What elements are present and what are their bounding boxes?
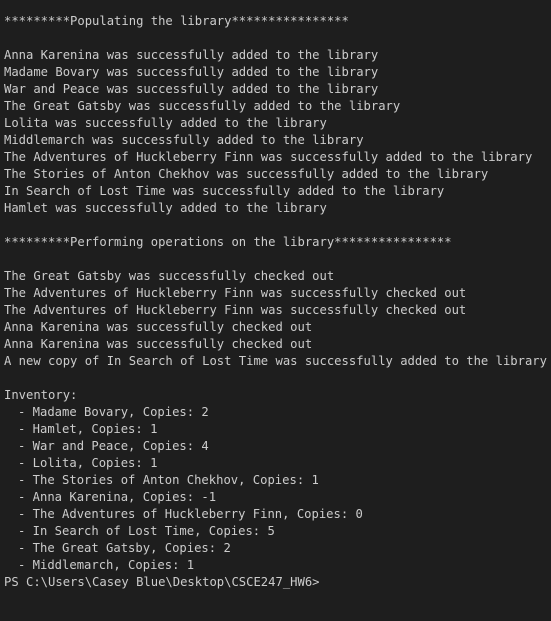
output-line: Anna Karenina was successfully added to … bbox=[4, 48, 379, 62]
output-line: The Great Gatsby was successfully added … bbox=[4, 99, 401, 113]
inventory-item: - In Search of Lost Time, Copies: 5 bbox=[18, 524, 275, 538]
operations-header: *********Performing operations on the li… bbox=[4, 235, 452, 249]
output-line: The Adventures of Huckleberry Finn was s… bbox=[4, 150, 533, 164]
inventory-item: - The Stories of Anton Chekhov, Copies: … bbox=[18, 473, 319, 487]
inventory-item: - Madame Bovary, Copies: 2 bbox=[18, 405, 209, 419]
inventory-item: - The Adventures of Huckleberry Finn, Co… bbox=[18, 507, 363, 521]
output-line: Lolita was successfully added to the lib… bbox=[4, 116, 327, 130]
output-line: The Adventures of Huckleberry Finn was s… bbox=[4, 303, 467, 317]
inventory-item: - Middlemarch, Copies: 1 bbox=[18, 558, 195, 572]
terminal-output[interactable]: *********Populating the library*********… bbox=[0, 0, 551, 621]
populate-header: *********Populating the library*********… bbox=[4, 14, 349, 28]
inventory-item: - Anna Karenina, Copies: -1 bbox=[18, 490, 217, 504]
inventory-title: Inventory: bbox=[4, 388, 78, 402]
inventory-item: - Lolita, Copies: 1 bbox=[18, 456, 158, 470]
output-line: Anna Karenina was successfully checked o… bbox=[4, 320, 313, 334]
output-line: In Search of Lost Time was successfully … bbox=[4, 184, 445, 198]
output-line: A new copy of In Search of Lost Time was… bbox=[4, 354, 547, 368]
output-line: Madame Bovary was successfully added to … bbox=[4, 65, 379, 79]
inventory-item: - War and Peace, Copies: 4 bbox=[18, 439, 209, 453]
output-line: The Great Gatsby was successfully checke… bbox=[4, 269, 335, 283]
inventory-item: - Hamlet, Copies: 1 bbox=[18, 422, 158, 436]
output-line: Hamlet was successfully added to the lib… bbox=[4, 201, 327, 215]
output-line: Middlemarch was successfully added to th… bbox=[4, 133, 364, 147]
output-line: War and Peace was successfully added to … bbox=[4, 82, 379, 96]
output-line: The Stories of Anton Chekhov was success… bbox=[4, 167, 489, 181]
shell-prompt[interactable]: PS C:\Users\Casey Blue\Desktop\CSCE247_H… bbox=[4, 574, 551, 591]
inventory-item: - The Great Gatsby, Copies: 2 bbox=[18, 541, 231, 555]
output-line: The Adventures of Huckleberry Finn was s… bbox=[4, 286, 467, 300]
output-line: Anna Karenina was successfully checked o… bbox=[4, 337, 313, 351]
